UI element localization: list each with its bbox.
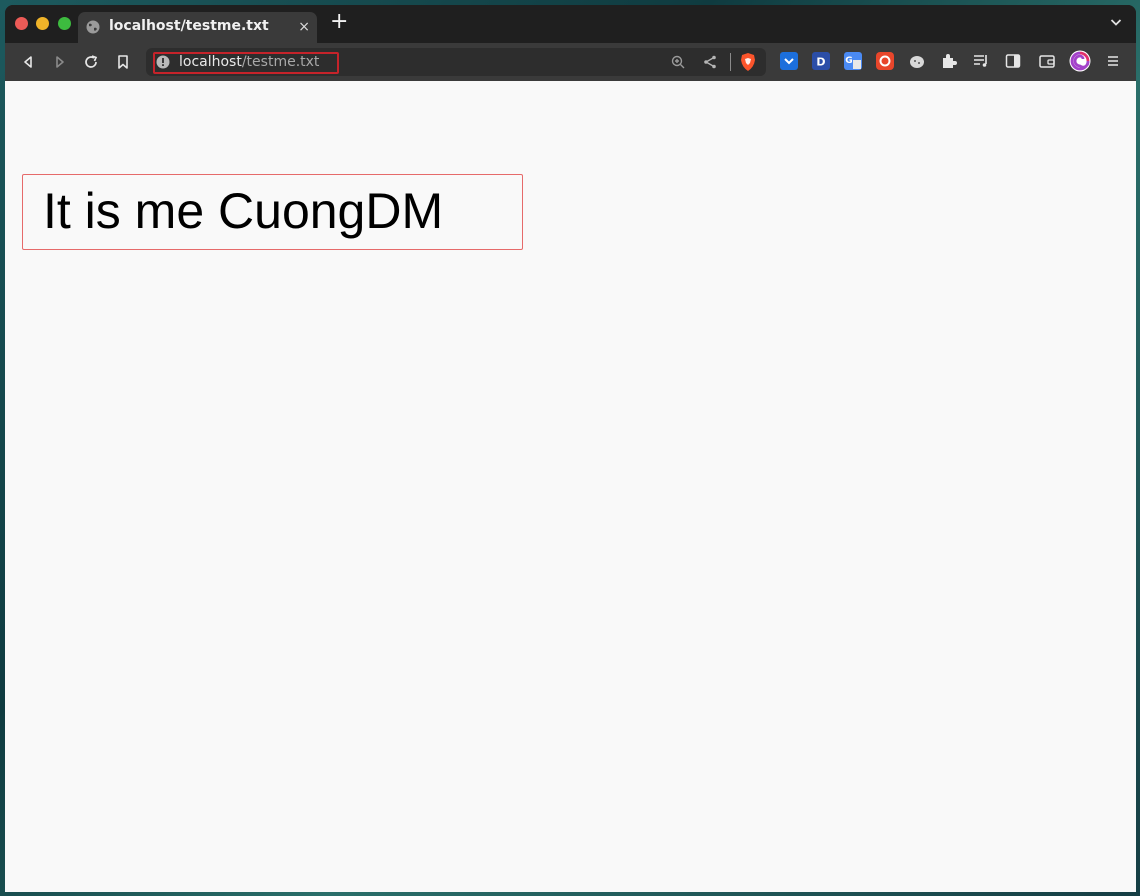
address-bar-divider xyxy=(730,53,731,71)
translate-extension-icon[interactable]: G xyxy=(844,52,862,70)
page-content: It is me CuongDM xyxy=(5,81,1136,892)
svg-text:D: D xyxy=(816,56,825,69)
address-bar[interactable]: localhost/testme.txt xyxy=(146,48,766,76)
window-close-button[interactable] xyxy=(15,17,28,30)
tab-active[interactable]: localhost/testme.txt × xyxy=(78,12,317,43)
back-icon[interactable] xyxy=(20,54,36,70)
record-extension-icon[interactable] xyxy=(876,52,894,70)
url-highlight-box xyxy=(153,52,339,74)
cookie-extension-icon[interactable] xyxy=(908,52,926,70)
tab-strip: localhost/testme.txt × + xyxy=(5,5,1136,43)
playlist-icon[interactable] xyxy=(972,52,990,70)
reload-icon[interactable] xyxy=(83,54,99,70)
toolbar: localhost/testme.txt D G xyxy=(5,43,1136,81)
zoom-icon[interactable] xyxy=(670,54,686,70)
globe-icon xyxy=(86,20,100,34)
window-maximize-button[interactable] xyxy=(58,17,71,30)
d-extension-icon[interactable]: D xyxy=(812,52,830,70)
share-icon[interactable] xyxy=(702,54,718,70)
window-minimize-button[interactable] xyxy=(36,17,49,30)
new-tab-button[interactable]: + xyxy=(330,11,348,33)
wallet-icon[interactable] xyxy=(1038,52,1056,70)
bookmark-icon[interactable] xyxy=(115,54,131,70)
tab-title: localhost/testme.txt xyxy=(109,18,269,34)
chevron-down-icon[interactable] xyxy=(1110,16,1122,28)
brave-shields-icon[interactable] xyxy=(739,52,757,72)
forward-icon[interactable] xyxy=(52,54,68,70)
menu-icon[interactable] xyxy=(1104,52,1122,70)
text-highlight-box: It is me CuongDM xyxy=(22,174,523,250)
page-text: It is me CuongDM xyxy=(43,183,444,239)
puzzle-icon[interactable] xyxy=(940,52,958,70)
sidebar-icon[interactable] xyxy=(1004,52,1022,70)
tab-close-icon[interactable]: × xyxy=(298,19,310,35)
svg-text:G: G xyxy=(845,56,852,66)
profile-icon[interactable] xyxy=(1069,50,1091,72)
browser-window: localhost/testme.txt × + localhost/testm… xyxy=(5,5,1136,892)
pocket-extension-icon[interactable] xyxy=(780,52,798,70)
